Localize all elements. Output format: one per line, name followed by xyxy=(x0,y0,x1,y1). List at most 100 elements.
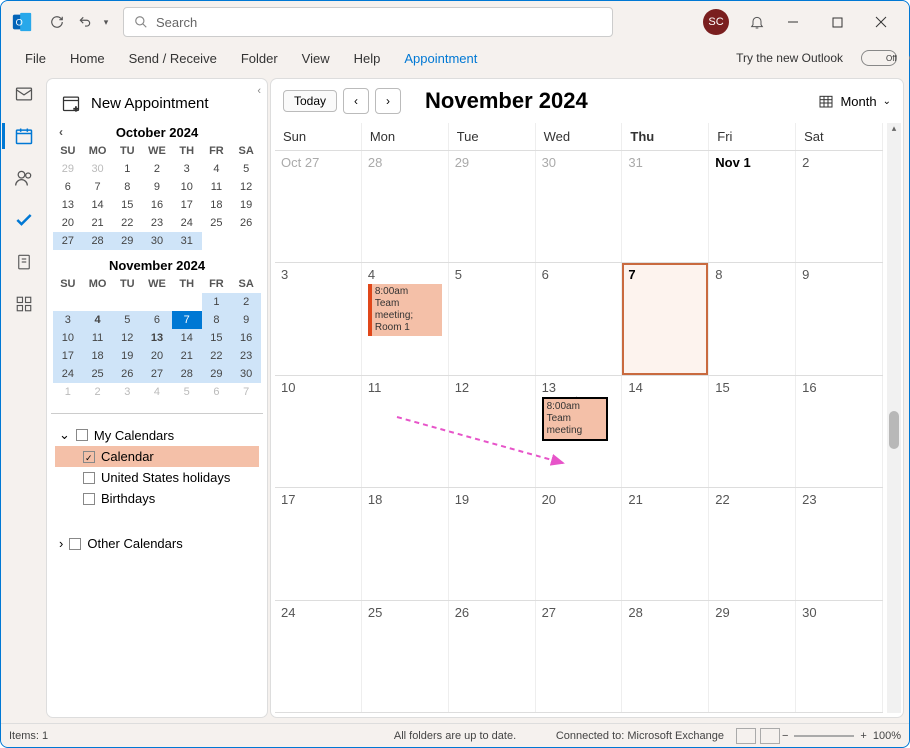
tasks-icon[interactable] xyxy=(13,209,35,231)
mini-cal-day[interactable]: 28 xyxy=(83,232,113,250)
mini-cal-day[interactable]: 23 xyxy=(142,214,172,232)
mini-cal-day[interactable]: 10 xyxy=(53,329,83,347)
mini-cal-day[interactable]: 19 xyxy=(231,196,261,214)
calendar-cell[interactable]: 25 xyxy=(362,601,449,712)
mini-cal-day[interactable]: 8 xyxy=(202,311,232,329)
mini-cal-day[interactable]: 18 xyxy=(202,196,232,214)
mini-cal-day[interactable]: 3 xyxy=(112,383,142,401)
calendar-cell[interactable]: 8 xyxy=(709,263,796,374)
mini-cal-day[interactable]: 11 xyxy=(202,178,232,196)
mini-cal-day[interactable]: 6 xyxy=(202,383,232,401)
calendar-cell[interactable]: 22 xyxy=(709,488,796,599)
mini-cal-day[interactable]: 24 xyxy=(53,365,83,383)
calendar-cell[interactable]: 20 xyxy=(536,488,623,599)
calendar-cell[interactable]: 7 xyxy=(622,263,709,374)
maximize-button[interactable] xyxy=(815,2,859,42)
mini-cal-day[interactable]: 4 xyxy=(83,311,113,329)
mail-icon[interactable] xyxy=(13,83,35,105)
mini-calendar[interactable]: November 2024SUMOTUWETHFRSA1234567891011… xyxy=(47,256,267,407)
view-normal-icon[interactable] xyxy=(736,728,756,744)
calendar-cell[interactable]: 2 xyxy=(796,151,883,262)
mini-cal-day[interactable]: 30 xyxy=(231,365,261,383)
mini-cal-day[interactable]: 7 xyxy=(172,311,202,329)
vertical-scrollbar[interactable]: ▴ xyxy=(887,123,901,713)
mini-cal-day[interactable]: 4 xyxy=(142,383,172,401)
mini-cal-day[interactable]: 8 xyxy=(112,178,142,196)
new-appointment-button[interactable]: + New Appointment xyxy=(47,87,267,123)
mini-cal-day[interactable]: 1 xyxy=(202,293,232,311)
mini-cal-day[interactable]: 28 xyxy=(172,365,202,383)
mini-calendar[interactable]: October 2024‹SUMOTUWETHFRSA2930123456789… xyxy=(47,123,267,256)
mini-cal-day[interactable]: 18 xyxy=(83,347,113,365)
mini-cal-day[interactable]: 27 xyxy=(53,232,83,250)
mini-cal-day[interactable]: 1 xyxy=(53,383,83,401)
calendar-item[interactable]: United States holidays xyxy=(55,467,259,488)
calendar-cell[interactable]: 12 xyxy=(449,376,536,487)
mini-cal-day[interactable]: 5 xyxy=(112,311,142,329)
mini-cal-day[interactable]: 29 xyxy=(202,365,232,383)
today-button[interactable]: Today xyxy=(283,90,337,112)
mini-cal-day[interactable]: 6 xyxy=(53,178,83,196)
calendar-cell[interactable]: 28 xyxy=(622,601,709,712)
calendar-cell[interactable]: 29 xyxy=(709,601,796,712)
close-button[interactable] xyxy=(859,2,903,42)
calendar-cell[interactable]: Nov 1 xyxy=(709,151,796,262)
calendar-cell[interactable]: 21 xyxy=(622,488,709,599)
calendar-cell[interactable]: 30 xyxy=(536,151,623,262)
menu-sendreceive[interactable]: Send / Receive xyxy=(117,47,229,70)
mini-cal-day[interactable]: 23 xyxy=(231,347,261,365)
mini-cal-day[interactable]: 14 xyxy=(172,329,202,347)
calendar-cell[interactable]: 23 xyxy=(796,488,883,599)
calendar-group[interactable]: ⌄ My Calendars xyxy=(55,424,259,446)
mini-cal-day[interactable]: 5 xyxy=(231,160,261,178)
mini-cal-day[interactable] xyxy=(83,293,113,311)
calendar-cell[interactable]: 26 xyxy=(449,601,536,712)
bell-icon[interactable] xyxy=(743,8,771,36)
mini-cal-day[interactable]: 9 xyxy=(231,311,261,329)
mini-cal-day[interactable]: 21 xyxy=(83,214,113,232)
mini-cal-day[interactable]: 29 xyxy=(112,232,142,250)
calendar-cell[interactable]: 28 xyxy=(362,151,449,262)
search-input[interactable]: Search xyxy=(123,7,613,37)
menu-view[interactable]: View xyxy=(290,47,342,70)
mini-cal-day[interactable]: 26 xyxy=(231,214,261,232)
mini-cal-day[interactable]: 30 xyxy=(142,232,172,250)
mini-cal-day[interactable]: 7 xyxy=(231,383,261,401)
mini-cal-day[interactable]: 16 xyxy=(231,329,261,347)
mini-cal-day[interactable]: 27 xyxy=(142,365,172,383)
mini-cal-day[interactable]: 22 xyxy=(112,214,142,232)
calendar-cell[interactable]: 10 xyxy=(275,376,362,487)
mini-cal-day[interactable]: 31 xyxy=(172,232,202,250)
calendar-cell[interactable]: 3 xyxy=(275,263,362,374)
mini-cal-day[interactable]: 17 xyxy=(172,196,202,214)
calendar-cell[interactable]: 138:00amTeam meeting xyxy=(536,376,623,487)
calendar-cell[interactable]: 17 xyxy=(275,488,362,599)
menu-appointment[interactable]: Appointment xyxy=(392,47,489,70)
mini-cal-day[interactable] xyxy=(172,293,202,311)
minimize-button[interactable] xyxy=(771,2,815,42)
mini-cal-day[interactable]: 17 xyxy=(53,347,83,365)
mini-cal-day[interactable] xyxy=(142,293,172,311)
mini-cal-day[interactable]: 25 xyxy=(202,214,232,232)
mini-cal-day[interactable]: 15 xyxy=(202,329,232,347)
menu-folder[interactable]: Folder xyxy=(229,47,290,70)
mini-cal-day[interactable]: 19 xyxy=(112,347,142,365)
mini-cal-day[interactable]: 30 xyxy=(83,160,113,178)
calendar-cell[interactable]: 9 xyxy=(796,263,883,374)
qat-dropdown-icon[interactable]: ▾ xyxy=(99,8,113,36)
calendar-cell[interactable]: 5 xyxy=(449,263,536,374)
mini-cal-day[interactable]: 12 xyxy=(112,329,142,347)
calendar-group[interactable]: › Other Calendars xyxy=(55,533,259,554)
calendar-cell[interactable]: 15 xyxy=(709,376,796,487)
mini-cal-day[interactable] xyxy=(112,293,142,311)
undo-icon[interactable] xyxy=(71,8,99,36)
mini-cal-day[interactable]: 29 xyxy=(53,160,83,178)
mini-cal-prev-icon[interactable]: ‹ xyxy=(59,125,63,139)
mini-cal-day[interactable]: 16 xyxy=(142,196,172,214)
zoom-slider[interactable] xyxy=(794,735,854,737)
calendar-cell[interactable]: 27 xyxy=(536,601,623,712)
mini-cal-day[interactable]: 20 xyxy=(142,347,172,365)
next-month-button[interactable]: › xyxy=(375,88,401,114)
mini-cal-day[interactable]: 9 xyxy=(142,178,172,196)
mini-cal-day[interactable]: 21 xyxy=(172,347,202,365)
